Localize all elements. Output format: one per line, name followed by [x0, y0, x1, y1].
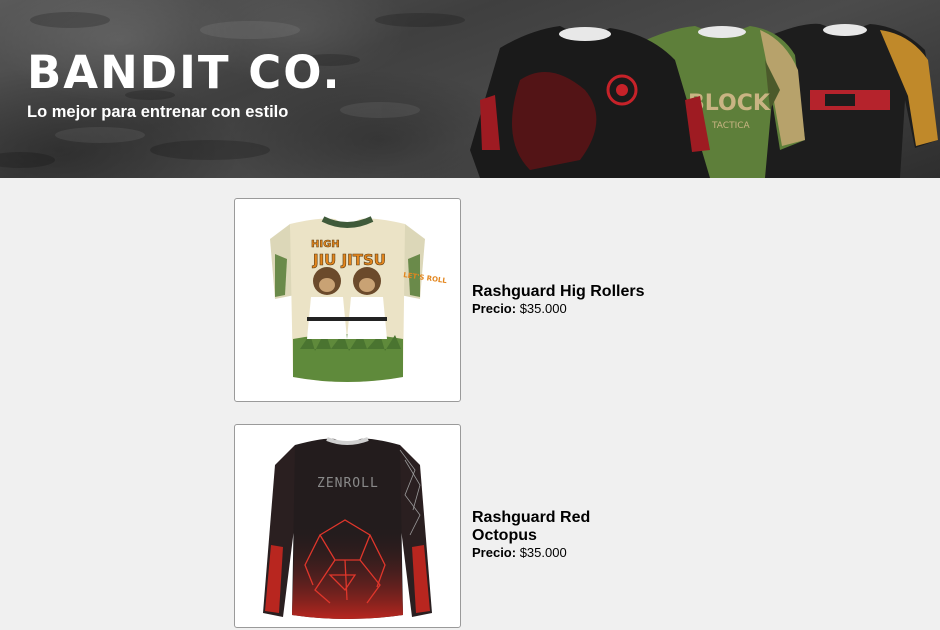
- product-price: Precio: $35.000: [472, 545, 654, 561]
- product-card[interactable]: HIGH JIU JITSU LET'S ROLL Rashguard Hig …: [234, 198, 654, 402]
- brand-title: BANDIT CO.: [27, 46, 342, 99]
- banner-shirt-middle-subtext: TACTICA: [711, 121, 751, 131]
- product-image[interactable]: ZENROLL: [234, 424, 461, 628]
- product-info: Rashguard Red Octopus Precio: $35.000: [472, 509, 654, 561]
- product-image[interactable]: HIGH JIU JITSU LET'S ROLL: [234, 198, 461, 402]
- price-value: $35.000: [519, 545, 567, 560]
- shirt-text-jiu-jitsu: JIU JITSU: [312, 251, 386, 269]
- shirt-text-high: HIGH: [311, 239, 340, 250]
- rashguard-zenroll-image: ZENROLL: [263, 437, 432, 619]
- product-info: Rashguard Hig Rollers Precio: $35.000: [472, 283, 644, 317]
- price-label: Precio:: [472, 301, 517, 316]
- hero-banner: BANDIT CO. Lo mejor para entrenar con es…: [0, 0, 940, 178]
- product-name[interactable]: Rashguard Hig Rollers: [472, 283, 644, 301]
- price-label: Precio:: [472, 545, 517, 560]
- product-price: Precio: $35.000: [472, 301, 644, 317]
- product-name[interactable]: Rashguard Red Octopus: [472, 509, 654, 545]
- product-card[interactable]: ZENROLL Rashguard Red Octopus Precio: $3…: [234, 424, 654, 628]
- rashguards-banner-image: BLOCK TACTICA: [470, 23, 938, 178]
- shirt-text-zenroll: ZENROLL: [317, 476, 379, 491]
- rashguard-high-jiu-jitsu-image: HIGH JIU JITSU LET'S ROLL: [270, 216, 448, 382]
- brand-tagline: Lo mejor para entrenar con estilo: [27, 103, 289, 121]
- price-value: $35.000: [519, 301, 567, 316]
